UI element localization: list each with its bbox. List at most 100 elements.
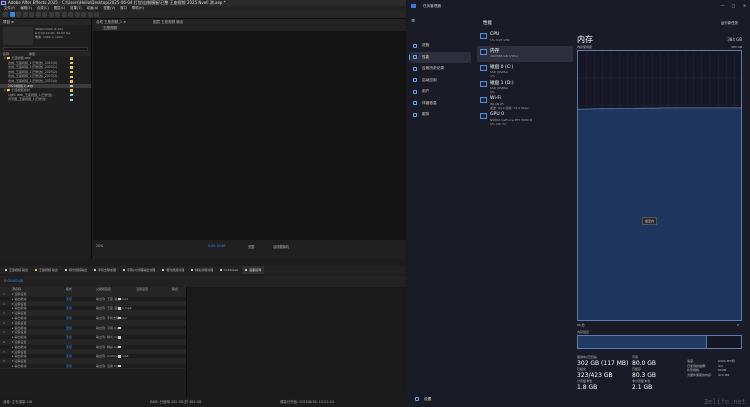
memory-stat: 已提交 323/423 GB [577,367,613,379]
anchor-tool-icon[interactable] [42,12,47,17]
device-sub2: 1% [490,73,495,78]
tm-title-bar: 任务管理器 — □ ✕ [407,0,750,12]
memory-in-use-segment [578,336,707,348]
composition-viewer[interactable] [93,31,406,240]
nav-item-grid[interactable]: 进程 [409,40,471,52]
nav-settings[interactable]: 设置 [411,394,473,406]
project-thumbnail [3,27,33,45]
zoom-tool-icon[interactable] [22,12,28,17]
comp-tab[interactable]: 合成 王座视频_1 ≡ [96,20,126,25]
camera-select[interactable]: 活动摄像机 [273,244,289,249]
menu-item[interactable]: 效果(T) [70,6,82,11]
menu-item[interactable]: 编辑(E) [20,6,32,11]
project-item-label: ▾ 📁 王座视频.aep [4,56,31,60]
rotate-tool-icon[interactable] [29,12,34,17]
timeline-tab[interactable]: 王座视频 输出 [32,266,61,274]
timeline-tab[interactable]: 精彩剪辑处理 [188,266,216,274]
project-panel-tab[interactable]: 项目 ≡ [0,19,91,25]
menu-item[interactable]: 窗口 [120,6,127,11]
nav-item-users[interactable]: 用户 [409,86,471,98]
nav-item-list[interactable]: 详细信息 [409,98,471,110]
minimize-icon[interactable]: — [717,0,728,12]
row-output[interactable]: 输出到: 渲染.mp4 [96,364,121,369]
eraser-tool-icon[interactable] [81,12,86,17]
device-item[interactable]: CPU 1% 3.07 GHz [477,30,573,46]
comp-sub-tab[interactable]: 王座视频 [101,26,119,30]
device-item[interactable]: 磁盘 1 (D:) SSD (NVMe) 0% [477,78,573,94]
project-item-label: 合成_王座视频_1(已修改)_2025(3) [8,74,58,79]
pen-tool-icon[interactable] [55,12,60,17]
project-search-input[interactable] [3,47,88,51]
row-color-swatch [118,345,121,349]
device-item[interactable]: GPU 0 NVIDIA GeForce RTX 5080 D 0% (36 °C) [477,110,573,126]
nav-item-rocket[interactable]: 启动应用 [409,75,471,87]
row-setting[interactable]: 无损 [66,364,72,369]
layer-tab[interactable]: 图层 王座视频 输出 [153,20,183,25]
memory-stat-value: 80.3 GB [632,372,657,379]
menu-item[interactable]: 帮助(H) [132,6,144,11]
timeline-tab[interactable]: Outbreak [217,266,241,274]
type-tool-icon[interactable] [61,12,67,17]
memory-stat-label: 可用 [632,355,639,359]
hamburger-menu-icon[interactable]: ≡ [411,18,415,24]
menu-item[interactable]: 视图(V) [103,6,115,11]
menu-item[interactable]: 合成(C) [37,6,49,11]
device-name: CPU [490,32,500,37]
shape-tool-icon[interactable] [48,12,54,17]
menu-item[interactable]: 图层(L) [54,6,65,11]
memory-usage-graph[interactable]: 最近内 [577,50,742,321]
tm-sidebar: ≡ 进程性能应用历史记录 启动应用用户详细信息服务 设置 [407,12,473,407]
project-item-label: ▾ 📁 王座视频素材 [4,88,30,93]
device-sparkline-icon [480,33,487,39]
nav-item-chart[interactable]: 性能 [409,51,471,63]
timeline-tab-label: 字幕(2)处理输出处理 [126,268,156,272]
memory-stat: 分页缓冲池 1.8 GB [577,379,597,391]
nav-item-label: 服务 [422,112,430,116]
timeline-tab[interactable]: 渲染队列 [242,266,265,274]
device-item[interactable]: Wi-Fi WLAN 25 发送: 64.0 接收: 72.0 Kbps [477,94,573,110]
timeline-tab[interactable]: 王座视频 输出 [2,266,31,274]
row-name[interactable]: ▸ 输出模块 [12,364,26,369]
device-item[interactable]: 磁盘 0 (C:) SSD (NVMe) 1% [477,62,573,78]
nav-item-label: 用户 [422,89,430,93]
row-color-swatch [118,355,121,358]
camera-tool-icon[interactable] [35,12,41,17]
zoom-level[interactable]: 25% [96,244,103,248]
timeline-tab[interactable]: 字幕(2)处理输出处理 [120,266,158,274]
timeline-tab[interactable]: 暗光视频处理 [159,266,187,274]
brush-tool-icon[interactable] [68,12,73,17]
nav-item-puzzle[interactable]: 服务 [409,109,471,121]
home-tool-icon[interactable] [3,12,8,17]
puppet-tool-icon[interactable] [94,12,99,17]
project-item[interactable]: 背景图_王座视频_1(已修改) [0,97,91,102]
device-sparkline-icon [480,81,487,88]
comp-timecode[interactable]: 0:00:10:00 [208,244,225,248]
ae-app-icon [1,1,6,5]
maximize-icon[interactable]: □ [728,0,739,12]
nav-item-label: 性能 [422,54,430,59]
nav-item-label: 进程 [422,43,430,47]
stamp-tool-icon[interactable] [74,12,80,17]
memory-composition-bar[interactable] [577,335,742,349]
resolution-select[interactable]: 完整 [248,244,254,249]
timeline-tab[interactable]: 手机去除处理 [91,266,119,274]
device-sub1: 1% 3.07 GHz [490,38,510,42]
roto-tool-icon[interactable] [87,12,93,17]
menu-item[interactable]: 动画(A) [87,6,99,11]
project-item-list: ▾ 📁 王座视频.aep 合成_王座视频_1(已修改)_2025(0) 合成_王座视… [0,56,91,102]
timeline-tab[interactable]: 暗光视频输出 [62,266,90,274]
nav-item-history[interactable]: 应用历史记录 [409,63,471,75]
task-manager-logo-icon [411,4,416,8]
timeline-tabs: 王座视频 输出 王座视频 输出 暗光视频输出 手机去除处理 字幕(2)处理输出处理 暗光视… [0,266,406,274]
menu-item[interactable]: 文件(F) [4,6,15,11]
hand-tool-icon[interactable] [16,12,21,17]
project-item-label: 背景图_王座视频_1(已修改) [8,97,47,102]
device-item[interactable]: 内存 302/383 GB (79%) [477,46,573,62]
timeline-timecode[interactable]: 0:00:00:00 [4,279,23,283]
device-sparkline-icon [480,113,487,120]
close-icon[interactable]: ✕ [739,0,750,12]
selection-tool-icon[interactable] [9,12,15,17]
ae-title-bar: Adobe After Effects 2025 - C:\Users\Hell… [0,0,406,6]
run-new-task-button[interactable]: 运行新任务 [721,20,738,25]
timeline-graph-area[interactable] [186,287,406,398]
